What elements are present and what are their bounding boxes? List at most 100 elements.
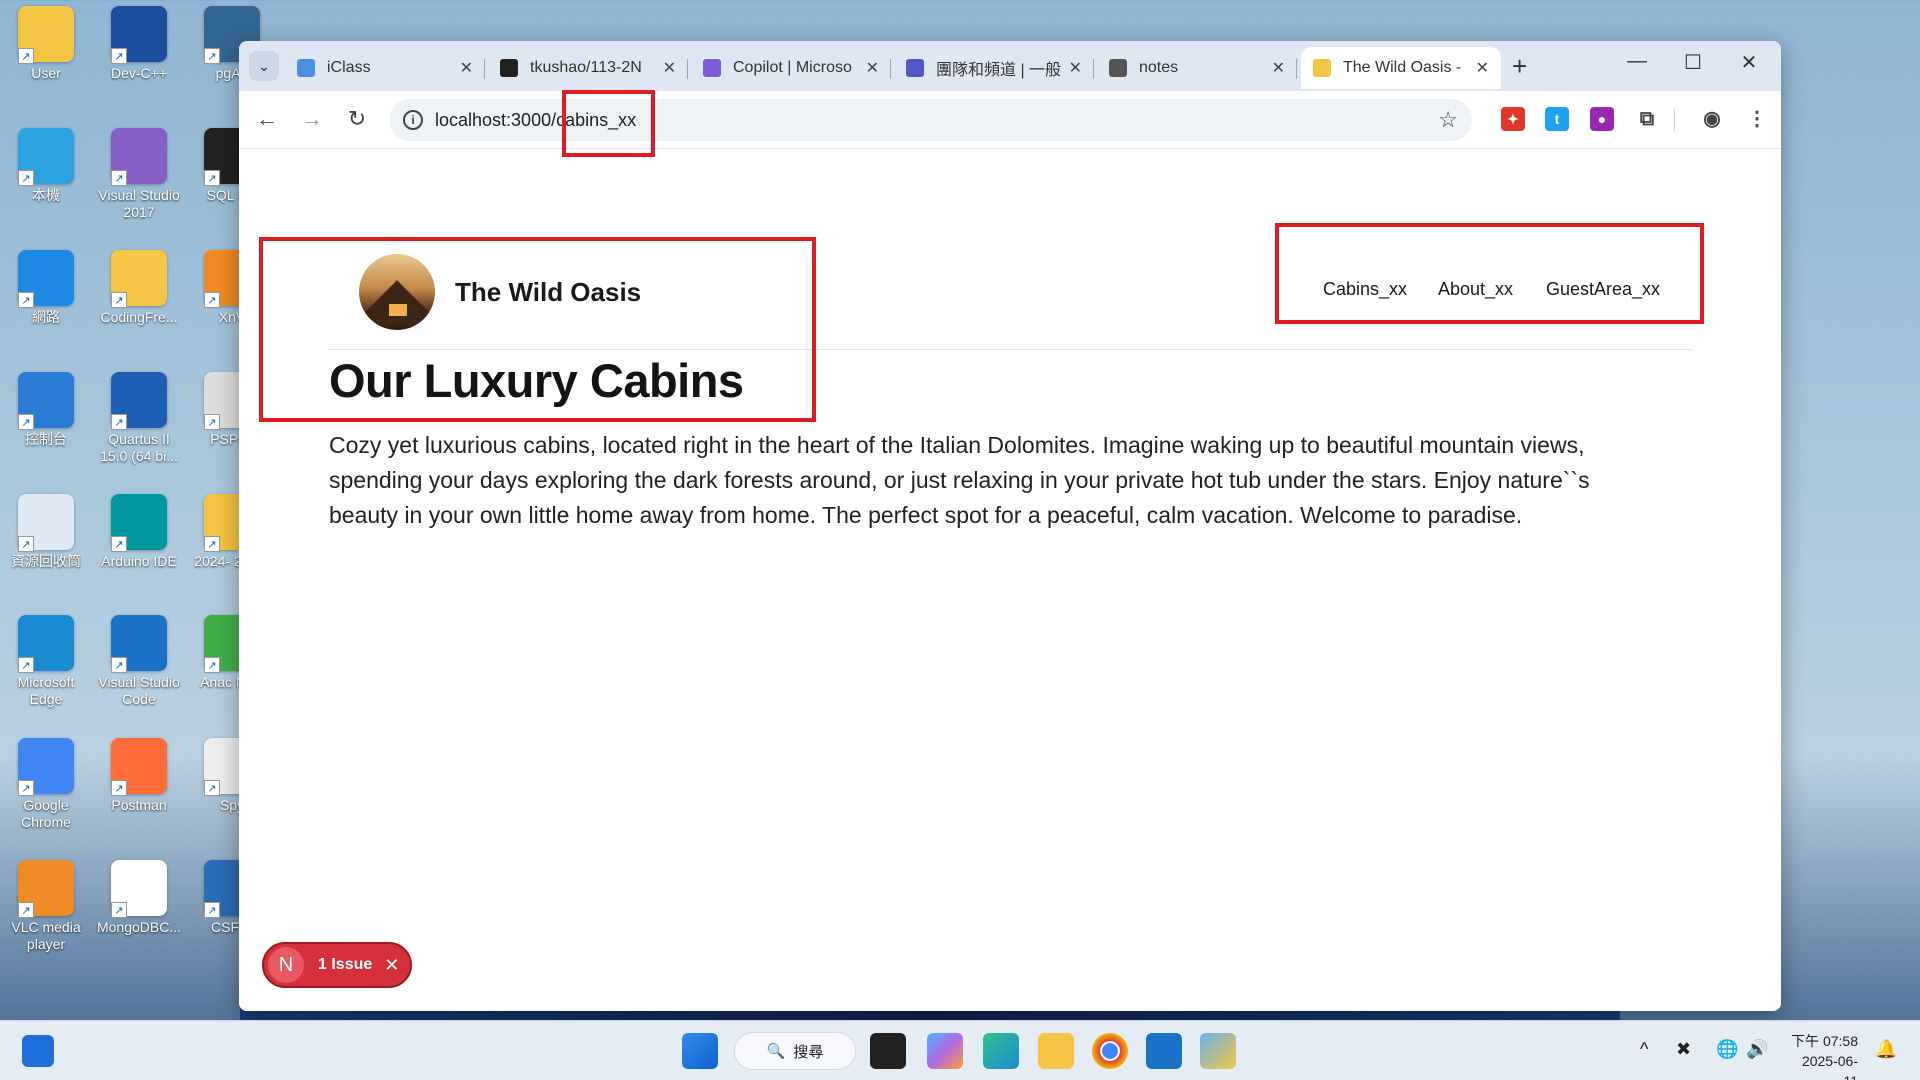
desktop-icon-label: 網路 (32, 309, 60, 325)
tray-overflow-icon[interactable]: ^ (1640, 1039, 1648, 1060)
browser-tab[interactable]: notes ✕ (1097, 47, 1297, 89)
back-button[interactable]: ← (253, 106, 281, 132)
desktop-app-icon: ↗ (18, 738, 74, 796)
desktop-app-icon: ↗ (111, 6, 167, 64)
taskbar: 🔍 搜尋 ^ ✖ 🌐 🔊 下午 07:58 2025-06-11 🔔 (0, 1020, 1920, 1080)
desktop-icon-label: CodingFre... (100, 309, 178, 325)
clock-time: 下午 07:58 (1791, 1033, 1858, 1049)
shortcut-arrow-icon: ↗ (204, 414, 220, 430)
tab-close-icon[interactable]: ✕ (1069, 58, 1082, 78)
tab-title: notes (1139, 59, 1179, 76)
puzzle-icon[interactable]: ⧉ (1635, 107, 1659, 131)
desktop-icon[interactable]: ↗ 資源回收筒 (0, 494, 92, 570)
close-window-button[interactable]: ✕ (1729, 50, 1769, 75)
forward-button[interactable]: → (298, 106, 326, 132)
desktop-icon[interactable]: ↗ 控制台 (0, 372, 92, 448)
desktop-icon[interactable]: ↗ Dev-C++ (93, 6, 185, 82)
issue-count-label[interactable]: 1 Issue (318, 956, 372, 974)
tab-favicon-icon (297, 59, 315, 77)
shortcut-arrow-icon: ↗ (18, 657, 34, 673)
tab-close-icon[interactable]: ✕ (460, 58, 473, 78)
ext-t-icon[interactable]: t (1545, 107, 1569, 131)
copilot-icon[interactable] (927, 1033, 963, 1069)
tab-title: 團隊和頻道 | 一般 (936, 62, 1061, 79)
desktop-icon[interactable]: ↗ Visual Studio 2017 (93, 128, 185, 221)
shortcut-arrow-icon: ↗ (18, 48, 34, 64)
shortcut-arrow-icon: ↗ (111, 292, 127, 308)
desktop-icon[interactable]: ↗ Visual Studio Code (93, 615, 185, 708)
ext-purple-icon[interactable]: ● (1590, 107, 1614, 131)
widgets-icon[interactable] (22, 1035, 54, 1067)
tab-close-icon[interactable]: ✕ (1476, 58, 1489, 78)
annotation-header-box (259, 237, 816, 422)
desktop-app-icon: ↗ (111, 494, 167, 552)
browser-tab[interactable]: 團隊和頻道 | 一般 ✕ (894, 47, 1094, 89)
chrome-icon[interactable] (1092, 1033, 1128, 1069)
desktop-icon[interactable]: ↗ MongoDBC... (93, 860, 185, 936)
nextjs-issue-badge[interactable]: N 1 Issue ✕ (262, 942, 412, 988)
tab-favicon-icon (1109, 59, 1127, 77)
desktop-icon[interactable]: ↗ Microsoft Edge (0, 615, 92, 708)
tab-close-icon[interactable]: ✕ (663, 58, 676, 78)
volume-icon[interactable]: 🔊 (1746, 1039, 1768, 1060)
taskbar-search[interactable]: 🔍 搜尋 (734, 1032, 856, 1070)
close-icon[interactable]: ✕ (384, 955, 399, 976)
desktop-app-icon: ↗ (18, 372, 74, 430)
profile-icon[interactable]: ◉ (1700, 107, 1724, 131)
address-bar[interactable]: i localhost:3000/cabins_xx ☆ (389, 99, 1472, 141)
desktop-app-icon: ↗ (18, 128, 74, 186)
shortcut-arrow-icon: ↗ (18, 170, 34, 186)
desktop-icon[interactable]: ↗ User (0, 6, 92, 82)
desktop-icon[interactable]: ↗ Postman (93, 738, 185, 814)
browser-tab[interactable]: Copilot | Microso ✕ (691, 47, 891, 89)
clock[interactable]: 下午 07:58 2025-06-11 (1788, 1031, 1858, 1080)
minimize-button[interactable]: — (1617, 50, 1657, 73)
desktop-icon[interactable]: ↗ CodingFre... (93, 250, 185, 326)
new-tab-button[interactable]: + (1512, 51, 1527, 81)
shortcut-arrow-icon: ↗ (204, 657, 220, 673)
shortcut-arrow-icon: ↗ (111, 902, 127, 918)
toolbar-divider (1674, 109, 1675, 131)
shortcut-arrow-icon: ↗ (204, 170, 220, 186)
desktop-icon[interactable]: ↗ 網路 (0, 250, 92, 326)
task-view-icon[interactable] (870, 1033, 906, 1069)
desktop-icon[interactable]: ↗ Arduino IDE (93, 494, 185, 570)
desktop-icon-label: VLC media player (11, 919, 81, 952)
desktop-icon-label: Microsoft Edge (17, 674, 75, 707)
desktop-icon-label: Postman (111, 797, 167, 813)
shortcut-arrow-icon: ↗ (111, 170, 127, 186)
notification-bell-icon[interactable]: 🔔 (1875, 1039, 1897, 1060)
menu-icon[interactable]: ⋮ (1745, 107, 1769, 131)
annotation-url-box (562, 90, 655, 157)
tab-close-icon[interactable]: ✕ (1272, 58, 1285, 78)
bookmark-star-icon[interactable]: ☆ (1438, 107, 1458, 133)
app-icon[interactable] (1200, 1033, 1236, 1069)
desktop-app-icon: ↗ (111, 615, 167, 673)
start-windows-icon[interactable] (682, 1033, 718, 1069)
desktop-icon-label: Visual Studio 2017 (98, 187, 180, 220)
edge-icon[interactable] (983, 1033, 1019, 1069)
site-info-icon[interactable]: i (403, 110, 423, 130)
ext-red-icon[interactable]: ✦ (1501, 107, 1525, 131)
desktop-icon[interactable]: ↗ 本機 (0, 128, 92, 204)
reload-button[interactable]: ↻ (343, 106, 371, 132)
desktop-icon-label: Google Chrome (21, 797, 71, 830)
file-explorer-icon[interactable] (1038, 1033, 1074, 1069)
tray-app-icon[interactable]: ✖ (1676, 1039, 1691, 1060)
vscode-icon[interactable] (1146, 1033, 1182, 1069)
desktop-app-icon: ↗ (111, 372, 167, 430)
shortcut-arrow-icon: ↗ (18, 902, 34, 918)
desktop-icon[interactable]: ↗ Quartus II 15.0 (64 bi... (93, 372, 185, 465)
browser-tab[interactable]: iClass ✕ (285, 47, 485, 89)
tab-close-icon[interactable]: ✕ (866, 58, 879, 78)
desktop-icon-label: Dev-C++ (110, 65, 168, 81)
network-icon[interactable]: 🌐 (1716, 1039, 1738, 1060)
desktop-app-icon: ↗ (18, 860, 74, 918)
browser-tab[interactable]: tkushao/113-2N ✕ (488, 47, 688, 89)
maximize-button[interactable]: ☐ (1673, 50, 1713, 75)
tab-search-button[interactable]: ⌄ (249, 51, 279, 81)
desktop-icon[interactable]: ↗ VLC media player (0, 860, 92, 953)
browser-tab[interactable]: The Wild Oasis - ✕ (1301, 47, 1501, 89)
desktop-icon[interactable]: ↗ Google Chrome (0, 738, 92, 831)
shortcut-arrow-icon: ↗ (18, 414, 34, 430)
